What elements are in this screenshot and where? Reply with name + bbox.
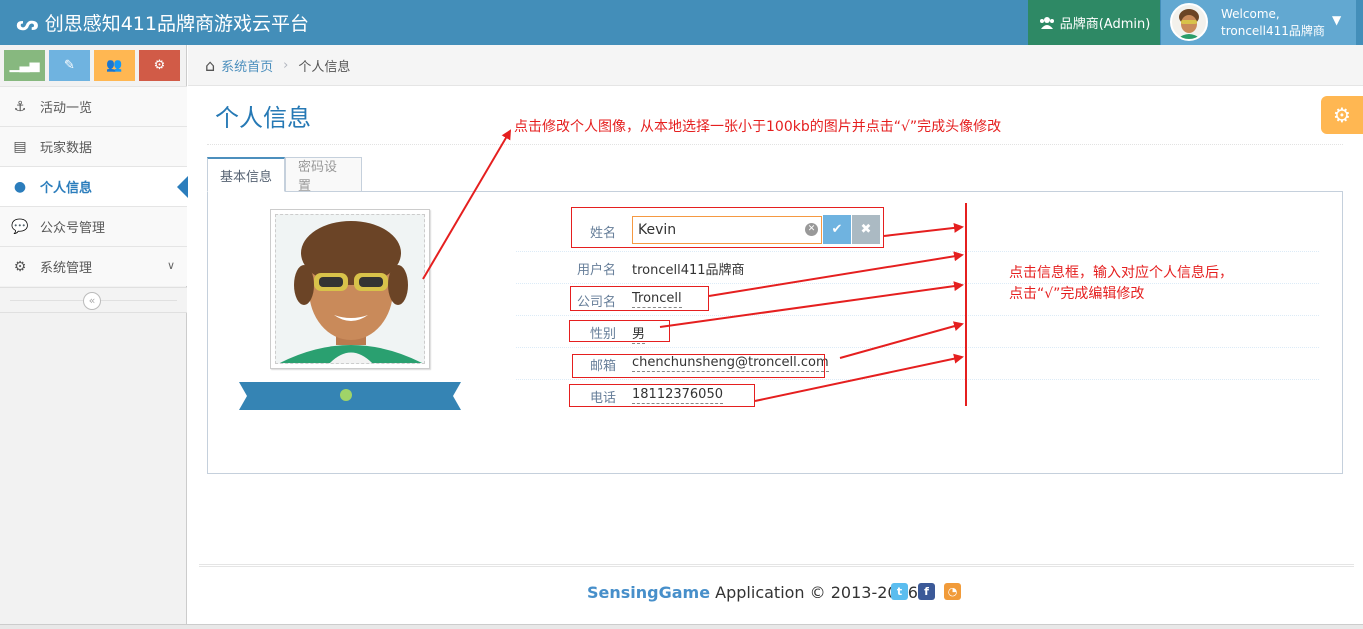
archive-icon: ▤ — [13, 138, 27, 155]
annotation-box — [572, 354, 825, 378]
user-name: troncell411品牌商 — [1221, 24, 1325, 38]
footer-divider — [199, 564, 1354, 567]
breadcrumb-home-link[interactable]: 系统首页 — [221, 56, 273, 75]
sidebar: ▁▃▅ ✎ 👥 ⚙ ⚓ 活动一览 ▤ 玩家数据 ● 个人信息 💬 公众号管理 ⚙… — [0, 45, 188, 629]
sidebar-item-system[interactable]: ⚙ 系统管理 ∨ — [0, 246, 187, 286]
sidebar-item-label: 玩家数据 — [40, 141, 93, 156]
sidebar-item-wechat[interactable]: 💬 公众号管理 — [0, 206, 187, 246]
role-menu[interactable]: 品牌商(Admin) — [1028, 0, 1160, 45]
sidebar-nav: ⚓ 活动一览 ▤ 玩家数据 ● 个人信息 💬 公众号管理 ⚙ 系统管理 ∨ — [0, 86, 188, 286]
annotation-box — [570, 286, 709, 311]
divider — [207, 144, 1343, 145]
role-label: 品牌商(Admin) — [1059, 17, 1151, 32]
top-navbar: ᔕ 创思感知411品牌商游戏云平台 品牌商(Admin) Welcome, tr… — [0, 0, 1363, 45]
user-menu[interactable]: Welcome, troncell411品牌商 ▼ — [1161, 0, 1356, 45]
welcome-text: Welcome, — [1221, 7, 1280, 21]
app-brand[interactable]: ᔕ 创思感知411品牌商游戏云平台 — [16, 9, 309, 36]
footer-copyright: Application © 2013-2016 — [710, 583, 918, 602]
profile-avatar[interactable] — [270, 209, 430, 369]
online-status-icon — [340, 389, 352, 401]
sidebar-collapse-bar: « — [0, 287, 187, 313]
window-bottom-edge — [0, 624, 1363, 629]
double-chevron-left-icon[interactable]: « — [83, 292, 101, 310]
sidebar-item-activities[interactable]: ⚓ 活动一览 — [0, 86, 187, 126]
sidebar-item-label: 个人信息 — [40, 181, 93, 196]
sidebar-shortcuts: ▁▃▅ ✎ 👥 ⚙ — [4, 50, 184, 81]
sidebar-item-player-data[interactable]: ▤ 玩家数据 — [0, 126, 187, 166]
logo-icon: ᔕ — [16, 10, 39, 35]
home-icon: ⌂ — [205, 55, 216, 75]
signal-icon: ▁▃▅ — [9, 58, 40, 73]
breadcrumb-separator-icon: › — [283, 57, 289, 73]
wechat-icon: 💬 — [11, 218, 29, 235]
anchor-icon: ⚓ — [13, 98, 27, 115]
info-annotation-note-1: 点击信息框，输入对应个人信息后， — [1009, 265, 1233, 281]
breadcrumb: ⌂ 系统首页 › 个人信息 — [188, 45, 1363, 86]
sidebar-item-personal-info[interactable]: ● 个人信息 — [0, 166, 188, 206]
footer-brand: SensingGame — [587, 583, 711, 602]
sidebar-item-label: 公众号管理 — [40, 221, 106, 236]
username-value: troncell411品牌商 — [632, 263, 745, 278]
info-annotation-note-2: 点击“√”完成编辑修改 — [1009, 286, 1145, 302]
cogs-shortcut-button[interactable]: ⚙ — [139, 50, 180, 81]
users-shortcut-button[interactable]: 👥 — [94, 50, 135, 81]
avatar-annotation-note: 点击修改个人图像，从本地选择一张小于100kb的图片并点击“√”完成头像修改 — [514, 119, 1002, 135]
annotation-box — [569, 320, 670, 342]
breadcrumb-current: 个人信息 — [298, 59, 351, 75]
caret-down-icon: ▼ — [1332, 13, 1342, 27]
annotation-box — [571, 207, 884, 248]
sidebar-item-label: 活动一览 — [40, 101, 93, 116]
app-title: 创思感知411品牌商游戏云平台 — [44, 13, 309, 35]
signal-shortcut-button[interactable]: ▁▃▅ — [4, 50, 45, 81]
footer-text: SensingGame Application © 2013-2016 — [587, 583, 918, 602]
facebook-icon[interactable]: f — [918, 583, 935, 600]
tab-password[interactable]: 密码设置 — [285, 157, 362, 194]
user-avatar — [1170, 3, 1208, 41]
cog-icon: ⚙ — [13, 258, 27, 275]
cogs-icon: ⚙ — [153, 58, 166, 73]
gear-icon: ⚙ — [1333, 103, 1351, 127]
settings-gear-button[interactable]: ⚙ — [1321, 96, 1363, 134]
pencil-shortcut-button[interactable]: ✎ — [49, 50, 90, 81]
field-label: 用户名 — [576, 263, 616, 278]
tab-basic-info[interactable]: 基本信息 — [207, 157, 285, 192]
users-icon — [1039, 16, 1054, 29]
user-icon: ● — [13, 178, 27, 195]
chevron-down-icon: ∨ — [166, 259, 175, 272]
rss-icon[interactable]: ◔ — [944, 583, 961, 600]
sidebar-item-label: 系统管理 — [40, 261, 93, 276]
pencil-icon: ✎ — [64, 58, 75, 73]
avatar-image — [275, 214, 425, 364]
users-icon: 👥 — [106, 58, 123, 73]
twitter-icon[interactable]: t — [891, 583, 908, 600]
annotation-box — [569, 384, 755, 407]
page-title: 个人信息 — [215, 104, 311, 132]
